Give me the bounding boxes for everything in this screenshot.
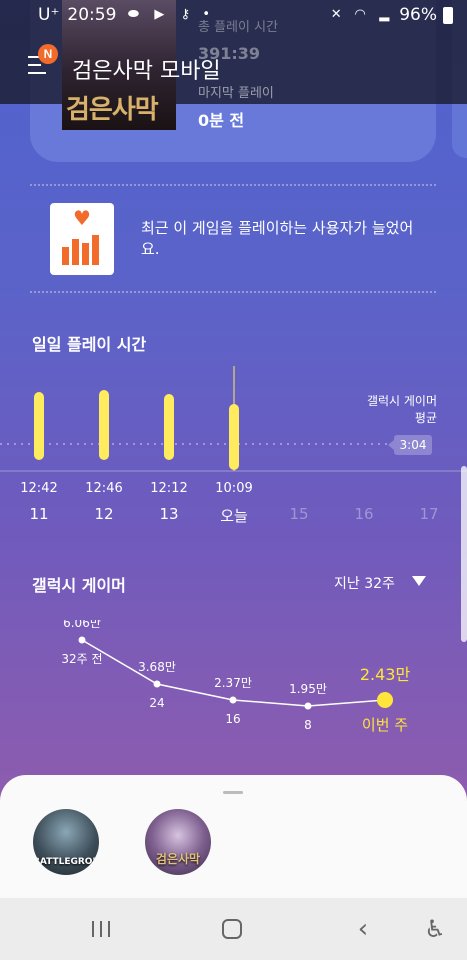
trend-value-label: 1.95만 <box>289 682 327 696</box>
status-bar: U⁺ 20:59 ⬬ ▶ ⚷ • ✕ ◠ ▂ 96% <box>0 0 467 32</box>
trend-point[interactable] <box>229 696 237 704</box>
trend-period-label: 이번 주 <box>362 716 408 734</box>
day-label[interactable]: 16 <box>334 505 394 523</box>
pubg-mobile-icon[interactable]: BATTLEGROUNDS <box>33 809 99 875</box>
back-icon[interactable]: ‹ <box>346 914 380 944</box>
day-label[interactable]: 15 <box>269 505 329 523</box>
play-bar[interactable] <box>229 404 239 470</box>
day-label[interactable]: 13 <box>139 505 199 523</box>
average-value: 3:04 <box>388 435 432 455</box>
dot-icon: • <box>202 7 211 22</box>
caret-down-icon[interactable] <box>412 576 426 586</box>
black-desert-icon[interactable]: 검은사막 <box>145 809 211 875</box>
carrier-label: U⁺ <box>38 5 60 25</box>
day-label[interactable]: 오늘 <box>204 505 264 526</box>
day-label[interactable]: 17 <box>399 505 459 523</box>
play-bar[interactable] <box>99 390 109 460</box>
recent-apps-icon[interactable] <box>84 914 118 944</box>
play-time-label: 12:46 <box>85 481 123 496</box>
play-time-label: 10:09 <box>215 481 253 496</box>
new-badge: N <box>38 44 58 64</box>
daily-section-title: 일일 플레이 시간 <box>32 335 147 354</box>
trend-point[interactable] <box>78 636 86 644</box>
trend-period-label: 16 <box>225 712 240 726</box>
wifi-icon: ◠ <box>354 7 366 22</box>
game-name: BATTLEGROUNDS <box>33 857 99 867</box>
divider <box>30 291 436 293</box>
game-name: 검은사막 <box>155 852 201 866</box>
notice-text: 최근 이 게임을 플레이하는 사용자가 늘었어요. <box>141 219 414 258</box>
divider <box>30 184 436 186</box>
heart-icon: ♥ <box>73 206 91 230</box>
page-title: 검은사막 모바일 <box>72 59 221 84</box>
play-bar[interactable] <box>164 394 174 460</box>
play-time-label: 12:42 <box>20 481 58 496</box>
sheet-handle[interactable] <box>223 791 243 794</box>
battery-percent: 96% <box>399 5 437 25</box>
signal-icon: ▂ <box>379 7 390 22</box>
weekly-trend-chart: 6.06만 32주 전 3.68만 24 2.37만 16 1.95만 8 2.43만이번 주 <box>61 620 411 734</box>
average-label-line2: 평균 <box>414 411 437 425</box>
play-time-label: 12:12 <box>150 481 188 496</box>
app-bar: N 검은사막 모바일 <box>0 40 467 96</box>
trend-period-label: 32주 전 <box>61 652 102 666</box>
weekly-section-title: 갤럭시 게이머 <box>32 576 126 595</box>
trend-period-label: 8 <box>304 718 312 732</box>
day-label[interactable]: 11 <box>9 505 69 523</box>
trend-value-label: 2.43만 <box>360 665 411 684</box>
trend-chart-icon: ♥ <box>50 203 114 275</box>
trend-point[interactable] <box>153 680 161 688</box>
clock: 20:59 <box>67 5 117 25</box>
battery-icon <box>443 6 453 24</box>
trend-period-label: 24 <box>149 696 164 710</box>
home-icon[interactable] <box>215 914 249 944</box>
scrollbar[interactable] <box>461 466 467 642</box>
accessibility-icon[interactable]: ♿ <box>418 914 452 944</box>
trend-point[interactable] <box>304 702 312 710</box>
average-label-line1: 갤럭시 게이머 <box>366 394 437 408</box>
navigation-bar: ‹ ♿ <box>0 898 467 960</box>
youtube-icon: ▶ <box>154 7 165 22</box>
key-icon: ⚷ <box>180 7 191 22</box>
trend-line <box>81 639 386 707</box>
day-label[interactable]: 12 <box>74 505 134 523</box>
last-play-value: 0분 전 <box>198 111 245 130</box>
pill-icon: ⬬ <box>127 7 139 22</box>
mute-icon: ✕ <box>330 7 342 22</box>
trend-point[interactable] <box>377 692 393 708</box>
trend-value-label: 3.68만 <box>138 660 176 674</box>
trend-value-label: 6.06만 <box>63 620 101 630</box>
play-bar[interactable] <box>34 392 44 460</box>
trend-value-label: 2.37만 <box>214 676 252 690</box>
average-label: 갤럭시 게이머 평균 <box>367 393 437 427</box>
range-dropdown[interactable]: 지난 32주 <box>334 573 395 593</box>
